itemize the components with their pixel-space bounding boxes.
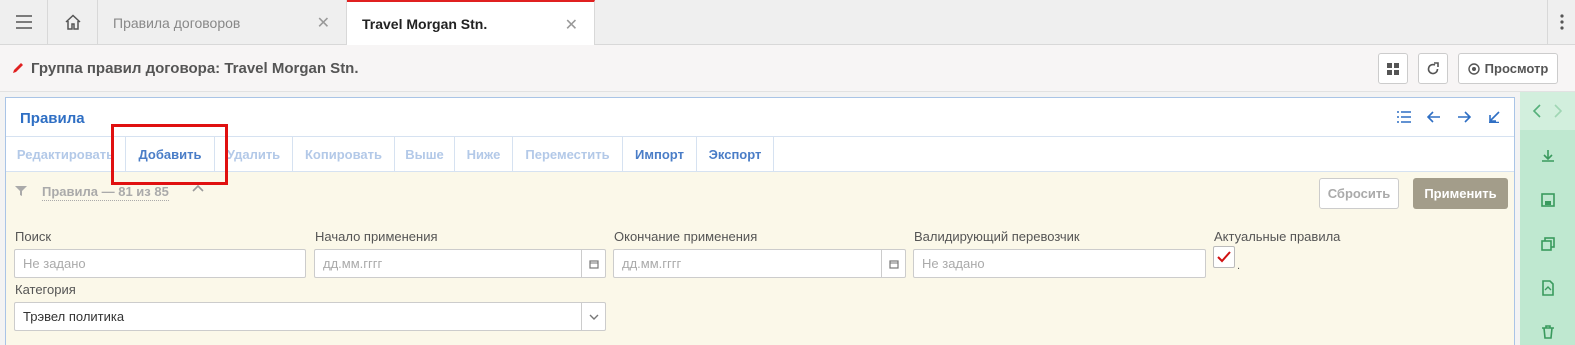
category-label: Категория bbox=[15, 282, 76, 297]
carrier-label: Валидирующий перевозчик bbox=[914, 229, 1080, 244]
home-icon bbox=[64, 14, 81, 30]
end-date-label: Окончание применения bbox=[614, 229, 758, 244]
more-button[interactable] bbox=[1547, 0, 1575, 44]
search-placeholder: Не задано bbox=[23, 256, 86, 271]
close-icon[interactable]: ✕ bbox=[565, 15, 578, 35]
view-label: Просмотр bbox=[1484, 61, 1549, 76]
add-button[interactable]: Добавить bbox=[126, 137, 215, 172]
panel-title: Правила bbox=[20, 110, 85, 127]
kebab-menu-icon bbox=[1559, 14, 1564, 30]
move-up-button[interactable]: Выше bbox=[395, 137, 455, 172]
arrow-down-left-icon[interactable] bbox=[1486, 109, 1502, 125]
actual-rules-label: Актуальные правила bbox=[1214, 229, 1341, 244]
download-icon[interactable] bbox=[1520, 138, 1575, 174]
move-button[interactable]: Переместить bbox=[513, 137, 623, 172]
apply-button[interactable]: Применить bbox=[1413, 178, 1508, 209]
start-date-input[interactable]: дд.мм.гггг bbox=[314, 249, 606, 278]
chevron-left-icon[interactable] bbox=[1532, 104, 1542, 118]
right-sidebar bbox=[1520, 92, 1575, 345]
eye-icon bbox=[1467, 62, 1480, 75]
rules-toolbar: Редактировать Добавить Удалить Копироват… bbox=[6, 136, 1514, 172]
copy-button[interactable]: Копировать bbox=[293, 137, 395, 172]
tab-contract-rules[interactable]: Правила договоров ✕ bbox=[98, 0, 347, 45]
close-icon[interactable]: ✕ bbox=[317, 13, 330, 33]
start-date-placeholder: дд.мм.гггг bbox=[323, 256, 383, 271]
delete-button[interactable]: Удалить bbox=[215, 137, 293, 172]
actual-rules-checkbox[interactable] bbox=[1213, 246, 1235, 268]
view-button[interactable]: Просмотр bbox=[1458, 53, 1558, 84]
filter-summary[interactable]: Правила — 81 из 85 bbox=[42, 184, 169, 201]
chevron-right-icon[interactable] bbox=[1553, 104, 1563, 118]
tab-bar: Правила договоров ✕ Travel Morgan Stn. ✕ bbox=[0, 0, 1575, 46]
filter-area: Правила — 81 из 85 Сбросить Применить По… bbox=[6, 172, 1514, 345]
page-title: Группа правил договора: Travel Morgan St… bbox=[31, 60, 359, 77]
pencil-icon bbox=[13, 63, 23, 73]
chevron-up-icon[interactable] bbox=[192, 184, 204, 194]
grid-button[interactable] bbox=[1378, 53, 1408, 84]
calendar-icon[interactable] bbox=[581, 250, 605, 277]
export-button[interactable]: Экспорт bbox=[697, 137, 774, 172]
save-icon[interactable] bbox=[1520, 182, 1575, 218]
tab-travel-morgan[interactable]: Travel Morgan Stn. ✕ bbox=[347, 0, 595, 46]
chevron-down-icon[interactable] bbox=[581, 303, 605, 330]
menu-button[interactable] bbox=[0, 0, 48, 44]
end-date-input[interactable]: дд.мм.гггг bbox=[613, 249, 906, 278]
hamburger-icon bbox=[15, 15, 32, 29]
grid-icon bbox=[1387, 62, 1399, 75]
tab-label: Travel Morgan Stn. bbox=[362, 16, 488, 32]
trash-icon[interactable] bbox=[1520, 314, 1575, 345]
category-value: Трэвел политика bbox=[23, 309, 125, 324]
reset-button[interactable]: Сбросить bbox=[1319, 178, 1399, 209]
filter-icon bbox=[15, 186, 27, 196]
refresh-icon bbox=[1427, 61, 1439, 74]
calendar-icon[interactable] bbox=[881, 250, 905, 277]
carrier-placeholder: Не задано bbox=[922, 256, 985, 271]
checkbox-suffix: . bbox=[1237, 260, 1241, 272]
carrier-input[interactable]: Не задано bbox=[913, 249, 1206, 278]
arrow-left-icon[interactable] bbox=[1426, 109, 1442, 125]
checkmark-icon bbox=[1217, 251, 1231, 263]
tab-label: Правила договоров bbox=[113, 14, 241, 31]
category-select[interactable]: Трэвел политика bbox=[14, 302, 606, 331]
move-down-button[interactable]: Ниже bbox=[455, 137, 513, 172]
arrow-right-icon[interactable] bbox=[1456, 109, 1472, 125]
end-date-placeholder: дд.мм.гггг bbox=[622, 256, 682, 271]
file-export-icon[interactable] bbox=[1520, 270, 1575, 306]
search-label: Поиск bbox=[15, 229, 52, 244]
sidebar-nav bbox=[1520, 92, 1575, 130]
copy-icon[interactable] bbox=[1520, 226, 1575, 262]
list-icon[interactable] bbox=[1396, 109, 1412, 125]
import-button[interactable]: Импорт bbox=[623, 137, 697, 172]
search-input[interactable]: Не задано bbox=[14, 249, 306, 278]
edit-button[interactable]: Редактировать bbox=[6, 137, 126, 172]
panel-actions bbox=[1396, 109, 1502, 125]
refresh-button[interactable] bbox=[1418, 53, 1448, 84]
page-header: Группа правил договора: Travel Morgan St… bbox=[0, 45, 1575, 92]
home-tab[interactable] bbox=[48, 0, 98, 44]
start-date-label: Начало применения bbox=[315, 229, 438, 244]
rules-panel: Правила Редактировать Добавить Удалить К… bbox=[5, 97, 1515, 345]
